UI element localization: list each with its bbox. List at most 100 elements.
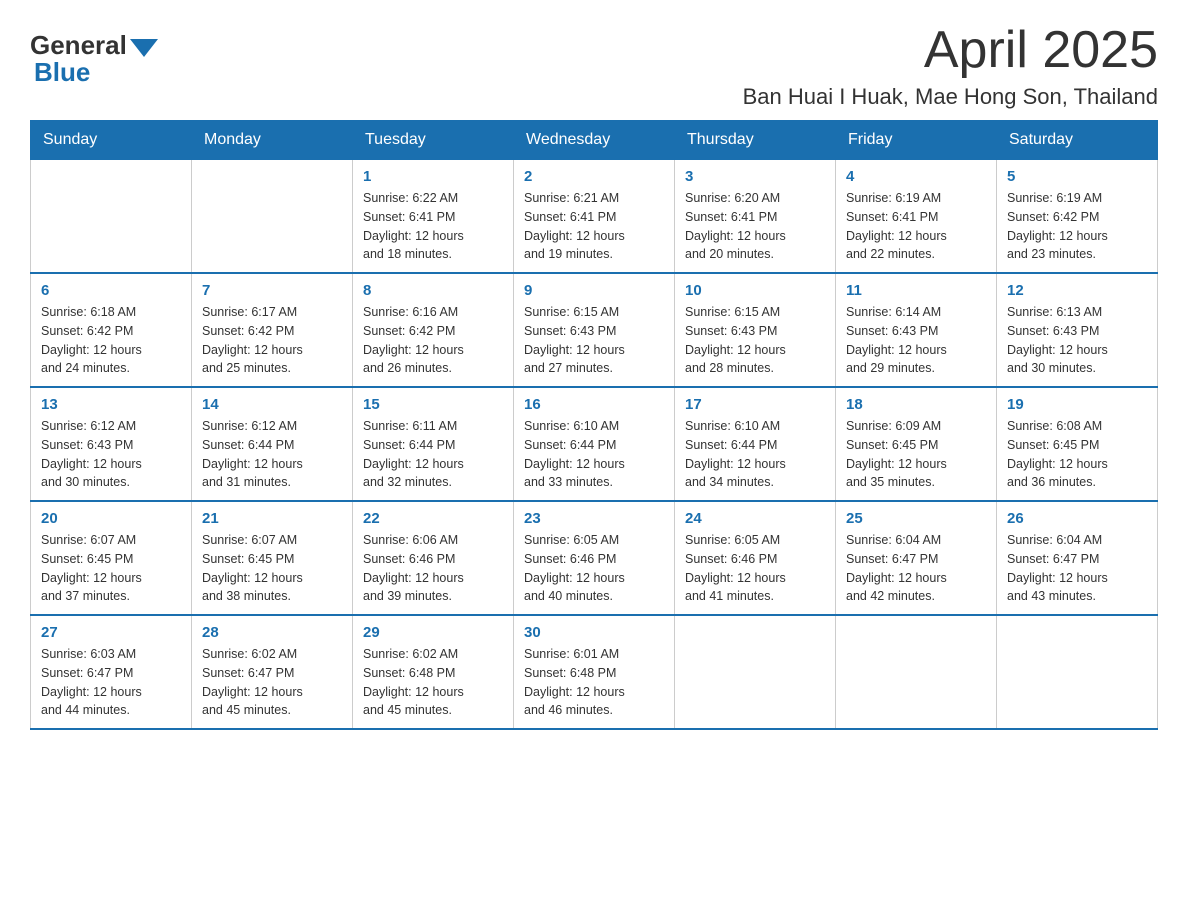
page-header: General Blue April 2025 Ban Huai I Huak,… — [30, 20, 1158, 110]
day-number: 19 — [1007, 396, 1147, 413]
calendar-cell: 3 Sunrise: 6:20 AM Sunset: 6:41 PM Daylig… — [675, 160, 836, 274]
calendar-cell: 19 Sunrise: 6:08 AM Sunset: 6:45 PM Dayli… — [997, 387, 1158, 501]
calendar-table: SundayMondayTuesdayWednesdayThursdayFrid… — [30, 120, 1158, 730]
day-info: Sunrise: 6:02 AM Sunset: 6:47 PM Dayligh… — [202, 645, 342, 720]
day-info: Sunrise: 6:22 AM Sunset: 6:41 PM Dayligh… — [363, 189, 503, 264]
weekday-header-friday: Friday — [836, 121, 997, 160]
calendar-cell: 23 Sunrise: 6:05 AM Sunset: 6:46 PM Dayli… — [514, 501, 675, 615]
calendar-cell: 25 Sunrise: 6:04 AM Sunset: 6:47 PM Dayli… — [836, 501, 997, 615]
day-info: Sunrise: 6:18 AM Sunset: 6:42 PM Dayligh… — [41, 303, 181, 378]
day-number: 3 — [685, 168, 825, 185]
weekday-header-sunday: Sunday — [31, 121, 192, 160]
weekday-header-saturday: Saturday — [997, 121, 1158, 160]
day-info: Sunrise: 6:19 AM Sunset: 6:41 PM Dayligh… — [846, 189, 986, 264]
calendar-cell: 22 Sunrise: 6:06 AM Sunset: 6:46 PM Dayli… — [353, 501, 514, 615]
calendar-cell: 16 Sunrise: 6:10 AM Sunset: 6:44 PM Dayli… — [514, 387, 675, 501]
day-number: 22 — [363, 510, 503, 527]
day-number: 13 — [41, 396, 181, 413]
day-number: 29 — [363, 624, 503, 641]
day-info: Sunrise: 6:02 AM Sunset: 6:48 PM Dayligh… — [363, 645, 503, 720]
day-info: Sunrise: 6:15 AM Sunset: 6:43 PM Dayligh… — [685, 303, 825, 378]
calendar-cell: 2 Sunrise: 6:21 AM Sunset: 6:41 PM Daylig… — [514, 160, 675, 274]
calendar-cell: 1 Sunrise: 6:22 AM Sunset: 6:41 PM Daylig… — [353, 160, 514, 274]
day-info: Sunrise: 6:01 AM Sunset: 6:48 PM Dayligh… — [524, 645, 664, 720]
day-info: Sunrise: 6:10 AM Sunset: 6:44 PM Dayligh… — [685, 417, 825, 492]
day-number: 14 — [202, 396, 342, 413]
day-info: Sunrise: 6:09 AM Sunset: 6:45 PM Dayligh… — [846, 417, 986, 492]
day-info: Sunrise: 6:05 AM Sunset: 6:46 PM Dayligh… — [524, 531, 664, 606]
calendar-cell: 30 Sunrise: 6:01 AM Sunset: 6:48 PM Dayli… — [514, 615, 675, 729]
location-title: Ban Huai I Huak, Mae Hong Son, Thailand — [743, 84, 1158, 110]
day-number: 25 — [846, 510, 986, 527]
calendar-cell: 18 Sunrise: 6:09 AM Sunset: 6:45 PM Dayli… — [836, 387, 997, 501]
calendar-cell: 28 Sunrise: 6:02 AM Sunset: 6:47 PM Dayli… — [192, 615, 353, 729]
day-number: 6 — [41, 282, 181, 299]
day-info: Sunrise: 6:21 AM Sunset: 6:41 PM Dayligh… — [524, 189, 664, 264]
calendar-cell — [836, 615, 997, 729]
day-number: 9 — [524, 282, 664, 299]
day-info: Sunrise: 6:07 AM Sunset: 6:45 PM Dayligh… — [202, 531, 342, 606]
calendar-cell: 15Sunrise: 6:11 AM Sunset: 6:44 PM Dayli… — [353, 387, 514, 501]
day-info: Sunrise: 6:16 AM Sunset: 6:42 PM Dayligh… — [363, 303, 503, 378]
calendar-cell: 6 Sunrise: 6:18 AM Sunset: 6:42 PM Daylig… — [31, 273, 192, 387]
day-info: Sunrise: 6:13 AM Sunset: 6:43 PM Dayligh… — [1007, 303, 1147, 378]
calendar-week-row: 27Sunrise: 6:03 AM Sunset: 6:47 PM Dayli… — [31, 615, 1158, 729]
calendar-week-row: 13Sunrise: 6:12 AM Sunset: 6:43 PM Dayli… — [31, 387, 1158, 501]
calendar-week-row: 6 Sunrise: 6:18 AM Sunset: 6:42 PM Daylig… — [31, 273, 1158, 387]
month-title: April 2025 — [743, 20, 1158, 80]
day-info: Sunrise: 6:17 AM Sunset: 6:42 PM Dayligh… — [202, 303, 342, 378]
day-number: 15 — [363, 396, 503, 413]
calendar-cell: 8Sunrise: 6:16 AM Sunset: 6:42 PM Daylig… — [353, 273, 514, 387]
day-number: 1 — [363, 168, 503, 185]
day-number: 4 — [846, 168, 986, 185]
day-number: 17 — [685, 396, 825, 413]
day-number: 26 — [1007, 510, 1147, 527]
calendar-week-row: 20 Sunrise: 6:07 AM Sunset: 6:45 PM Dayli… — [31, 501, 1158, 615]
day-info: Sunrise: 6:07 AM Sunset: 6:45 PM Dayligh… — [41, 531, 181, 606]
day-number: 12 — [1007, 282, 1147, 299]
calendar-cell: 11 Sunrise: 6:14 AM Sunset: 6:43 PM Dayli… — [836, 273, 997, 387]
day-number: 18 — [846, 396, 986, 413]
weekday-header-row: SundayMondayTuesdayWednesdayThursdayFrid… — [31, 121, 1158, 160]
day-info: Sunrise: 6:14 AM Sunset: 6:43 PM Dayligh… — [846, 303, 986, 378]
day-number: 23 — [524, 510, 664, 527]
day-number: 24 — [685, 510, 825, 527]
day-info: Sunrise: 6:19 AM Sunset: 6:42 PM Dayligh… — [1007, 189, 1147, 264]
calendar-week-row: 1 Sunrise: 6:22 AM Sunset: 6:41 PM Daylig… — [31, 160, 1158, 274]
day-info: Sunrise: 6:15 AM Sunset: 6:43 PM Dayligh… — [524, 303, 664, 378]
day-number: 28 — [202, 624, 342, 641]
calendar-cell: 14 Sunrise: 6:12 AM Sunset: 6:44 PM Dayli… — [192, 387, 353, 501]
day-info: Sunrise: 6:12 AM Sunset: 6:44 PM Dayligh… — [202, 417, 342, 492]
day-info: Sunrise: 6:20 AM Sunset: 6:41 PM Dayligh… — [685, 189, 825, 264]
calendar-cell — [31, 160, 192, 274]
day-info: Sunrise: 6:10 AM Sunset: 6:44 PM Dayligh… — [524, 417, 664, 492]
weekday-header-monday: Monday — [192, 121, 353, 160]
day-number: 16 — [524, 396, 664, 413]
calendar-cell — [192, 160, 353, 274]
day-number: 5 — [1007, 168, 1147, 185]
calendar-body: 1 Sunrise: 6:22 AM Sunset: 6:41 PM Daylig… — [31, 160, 1158, 730]
weekday-header-wednesday: Wednesday — [514, 121, 675, 160]
logo: General Blue — [30, 30, 161, 88]
day-number: 2 — [524, 168, 664, 185]
calendar-cell: 7 Sunrise: 6:17 AM Sunset: 6:42 PM Daylig… — [192, 273, 353, 387]
calendar-cell — [997, 615, 1158, 729]
calendar-cell: 9 Sunrise: 6:15 AM Sunset: 6:43 PM Daylig… — [514, 273, 675, 387]
calendar-cell: 5 Sunrise: 6:19 AM Sunset: 6:42 PM Daylig… — [997, 160, 1158, 274]
day-info: Sunrise: 6:04 AM Sunset: 6:47 PM Dayligh… — [846, 531, 986, 606]
day-info: Sunrise: 6:08 AM Sunset: 6:45 PM Dayligh… — [1007, 417, 1147, 492]
calendar-cell: 10 Sunrise: 6:15 AM Sunset: 6:43 PM Dayli… — [675, 273, 836, 387]
calendar-header: SundayMondayTuesdayWednesdayThursdayFrid… — [31, 121, 1158, 160]
weekday-header-thursday: Thursday — [675, 121, 836, 160]
title-area: April 2025 Ban Huai I Huak, Mae Hong Son… — [743, 20, 1158, 110]
day-number: 30 — [524, 624, 664, 641]
day-number: 7 — [202, 282, 342, 299]
day-number: 20 — [41, 510, 181, 527]
day-number: 10 — [685, 282, 825, 299]
calendar-cell — [675, 615, 836, 729]
day-info: Sunrise: 6:06 AM Sunset: 6:46 PM Dayligh… — [363, 531, 503, 606]
calendar-cell: 13Sunrise: 6:12 AM Sunset: 6:43 PM Dayli… — [31, 387, 192, 501]
calendar-cell: 4 Sunrise: 6:19 AM Sunset: 6:41 PM Daylig… — [836, 160, 997, 274]
day-number: 11 — [846, 282, 986, 299]
day-info: Sunrise: 6:03 AM Sunset: 6:47 PM Dayligh… — [41, 645, 181, 720]
